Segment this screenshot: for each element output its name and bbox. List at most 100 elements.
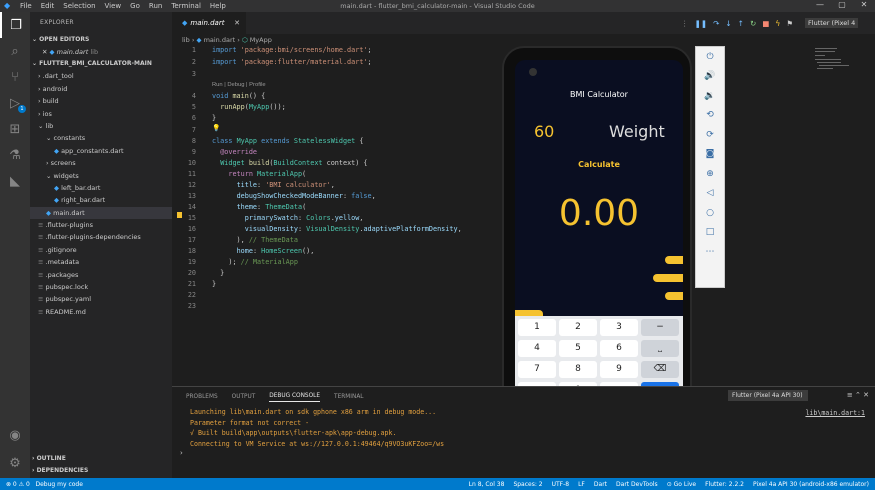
screenshot-icon[interactable]: ◙ [696,145,724,165]
tree-item[interactable]: ≡ pubspec.lock [30,281,172,293]
step-out-icon[interactable]: ↑ [738,19,744,28]
tree-item[interactable]: ≡ .gitignore [30,244,172,256]
status-item[interactable]: UTF-8 [552,481,570,488]
close-icon[interactable]: ✕ [853,0,875,9]
keyboard-key[interactable]: ⎵ [641,340,679,357]
status-item[interactable]: Pixel 4a API 30 (android-x86 emulator) [753,481,869,488]
status-item[interactable]: ⊙ Go Live [667,481,696,488]
panel-tab-problems[interactable]: PROBLEMS [186,394,218,400]
menu-item-file[interactable]: File [20,2,32,10]
keyboard-key[interactable]: 3 [600,319,638,336]
keyboard-key[interactable]: − [641,319,679,336]
status-item[interactable]: Ln 8, Col 38 [469,481,505,488]
source-link[interactable]: lib\main.dart:1 [805,409,865,417]
account-icon[interactable]: ◉ [0,422,30,448]
pause-icon[interactable]: ❚❚ [695,19,708,28]
zoom-icon[interactable]: ⊕ [696,164,724,184]
tree-item[interactable]: ≡ .flutter-plugins [30,219,172,231]
dependencies-section[interactable]: › DEPENDENCIES [30,465,88,477]
weight-input[interactable]: Weight [609,122,665,141]
tree-item[interactable]: ◆ right_bar.dart [30,194,172,206]
keyboard-key[interactable]: 7 [518,361,556,378]
tree-item[interactable]: › android [30,83,172,95]
debug-config[interactable]: Debug my code [36,481,83,488]
menu-item-view[interactable]: View [105,2,122,10]
hot-reload-icon[interactable]: ϟ [775,19,780,28]
step-into-icon[interactable]: ↓ [725,19,731,28]
tree-item[interactable]: ≡ pubspec.yaml [30,293,172,305]
console-device-select[interactable]: Flutter (Pixel 4a API 30) [728,390,808,401]
status-item[interactable]: Dart [594,481,607,488]
keyboard-key[interactable]: 4 [518,340,556,357]
drag-handle-icon[interactable]: ⋮ [681,19,689,28]
debug-console-output[interactable]: Launching lib\main.dart on sdk gphone x8… [172,407,875,449]
menu-item-run[interactable]: Run [149,2,162,10]
open-editor-item[interactable]: ✕ ◆ main.dart lib [30,46,172,58]
panel-tab-terminal[interactable]: TERMINAL [334,394,363,400]
overview-icon[interactable]: □ [696,223,724,243]
run-debug-icon[interactable]: ▷ 1 [0,90,30,116]
tree-item[interactable]: › ios [30,108,172,120]
minimize-icon[interactable]: — [809,0,831,9]
tree-item[interactable]: ⌄ constants [30,132,172,144]
tree-item[interactable]: ≡ .flutter-plugins-dependencies [30,231,172,243]
calculate-button[interactable]: Calculate [515,160,683,169]
back-icon[interactable]: ◁ [696,184,724,204]
console-prompt-icon[interactable]: › [180,449,183,457]
power-icon[interactable]: ⏻ [696,47,724,67]
menu-item-go[interactable]: Go [130,2,140,10]
more-icon[interactable]: ⋯ [696,242,724,262]
tree-item[interactable]: ≡ .packages [30,269,172,281]
rotate-left-icon[interactable]: ⟲ [696,106,724,126]
menu-item-edit[interactable]: Edit [41,2,55,10]
height-input[interactable]: 60 [534,122,554,141]
tree-item[interactable]: › .dart_tool [30,70,172,82]
tree-item[interactable]: ≡ README.md [30,306,172,318]
restart-icon[interactable]: ↻ [750,19,756,28]
source-control-icon[interactable]: ⑂ [0,64,30,90]
flutter-icon[interactable]: ◣ [0,168,30,194]
tree-item[interactable]: › screens [30,157,172,169]
stop-icon[interactable]: ■ [762,19,769,28]
panel-tab-debug-console[interactable]: DEBUG CONSOLE [269,393,321,402]
testing-icon[interactable]: ⚗ [0,142,30,168]
keyboard-key[interactable]: 2 [559,319,597,336]
lightbulb-icon[interactable]: 💡 [212,124,220,132]
keyboard-key[interactable]: 8 [559,361,597,378]
settings-gear-icon[interactable]: ⚙ [0,450,30,476]
close-panel-icon[interactable]: ✕ [863,391,869,399]
keyboard-key[interactable]: 9 [600,361,638,378]
project-section[interactable]: ⌄ FLUTTER_BMI_CALCULATOR-MAIN [30,58,172,70]
rotate-right-icon[interactable]: ⟳ [696,125,724,145]
search-icon[interactable]: ⌕ [0,38,30,64]
status-item[interactable]: Spaces: 2 [513,481,542,488]
tab-main-dart[interactable]: ◆ main.dart ✕ [172,12,246,34]
devtools-icon[interactable]: ⚑ [786,19,793,28]
menu-item-terminal[interactable]: Terminal [171,2,201,10]
clear-console-icon[interactable]: ≡ [847,391,853,399]
problems-count[interactable]: ⊗ 0 ⚠ 0 [6,481,30,488]
keyboard-key[interactable]: 6 [600,340,638,357]
status-item[interactable]: LF [578,481,585,488]
device-selector[interactable]: Flutter (Pixel 4 [805,18,859,28]
maximize-icon[interactable]: ▢ [831,0,853,9]
tree-item[interactable]: › build [30,95,172,107]
codelens-run-debug[interactable]: Run | Debug | Profile [212,82,266,88]
volume-up-icon[interactable]: 🔊 [696,67,724,87]
phone-screen[interactable]: BMI Calculator 60 Weight Calculate 0.00 … [515,60,683,428]
tree-item[interactable]: ◆ left_bar.dart [30,182,172,194]
volume-down-icon[interactable]: 🔉 [696,86,724,106]
keyboard-key[interactable]: ⌫ [641,361,679,378]
explorer-icon[interactable]: ❐ [0,12,30,38]
close-tab-icon[interactable]: ✕ [234,12,240,34]
tree-item[interactable]: ≡ .metadata [30,256,172,268]
menu-item-selection[interactable]: Selection [63,2,95,10]
keyboard-key[interactable]: 5 [559,340,597,357]
tree-item[interactable]: ◆ app_constants.dart [30,145,172,157]
step-over-icon[interactable]: ↷ [713,19,719,28]
tree-item[interactable]: ⌄ lib [30,120,172,132]
open-editors-section[interactable]: ⌄ OPEN EDITORS [30,34,172,46]
chevron-up-icon[interactable]: ⌃ [855,391,861,399]
outline-section[interactable]: › OUTLINE [30,453,66,465]
status-item[interactable]: Flutter: 2.2.2 [705,481,744,488]
